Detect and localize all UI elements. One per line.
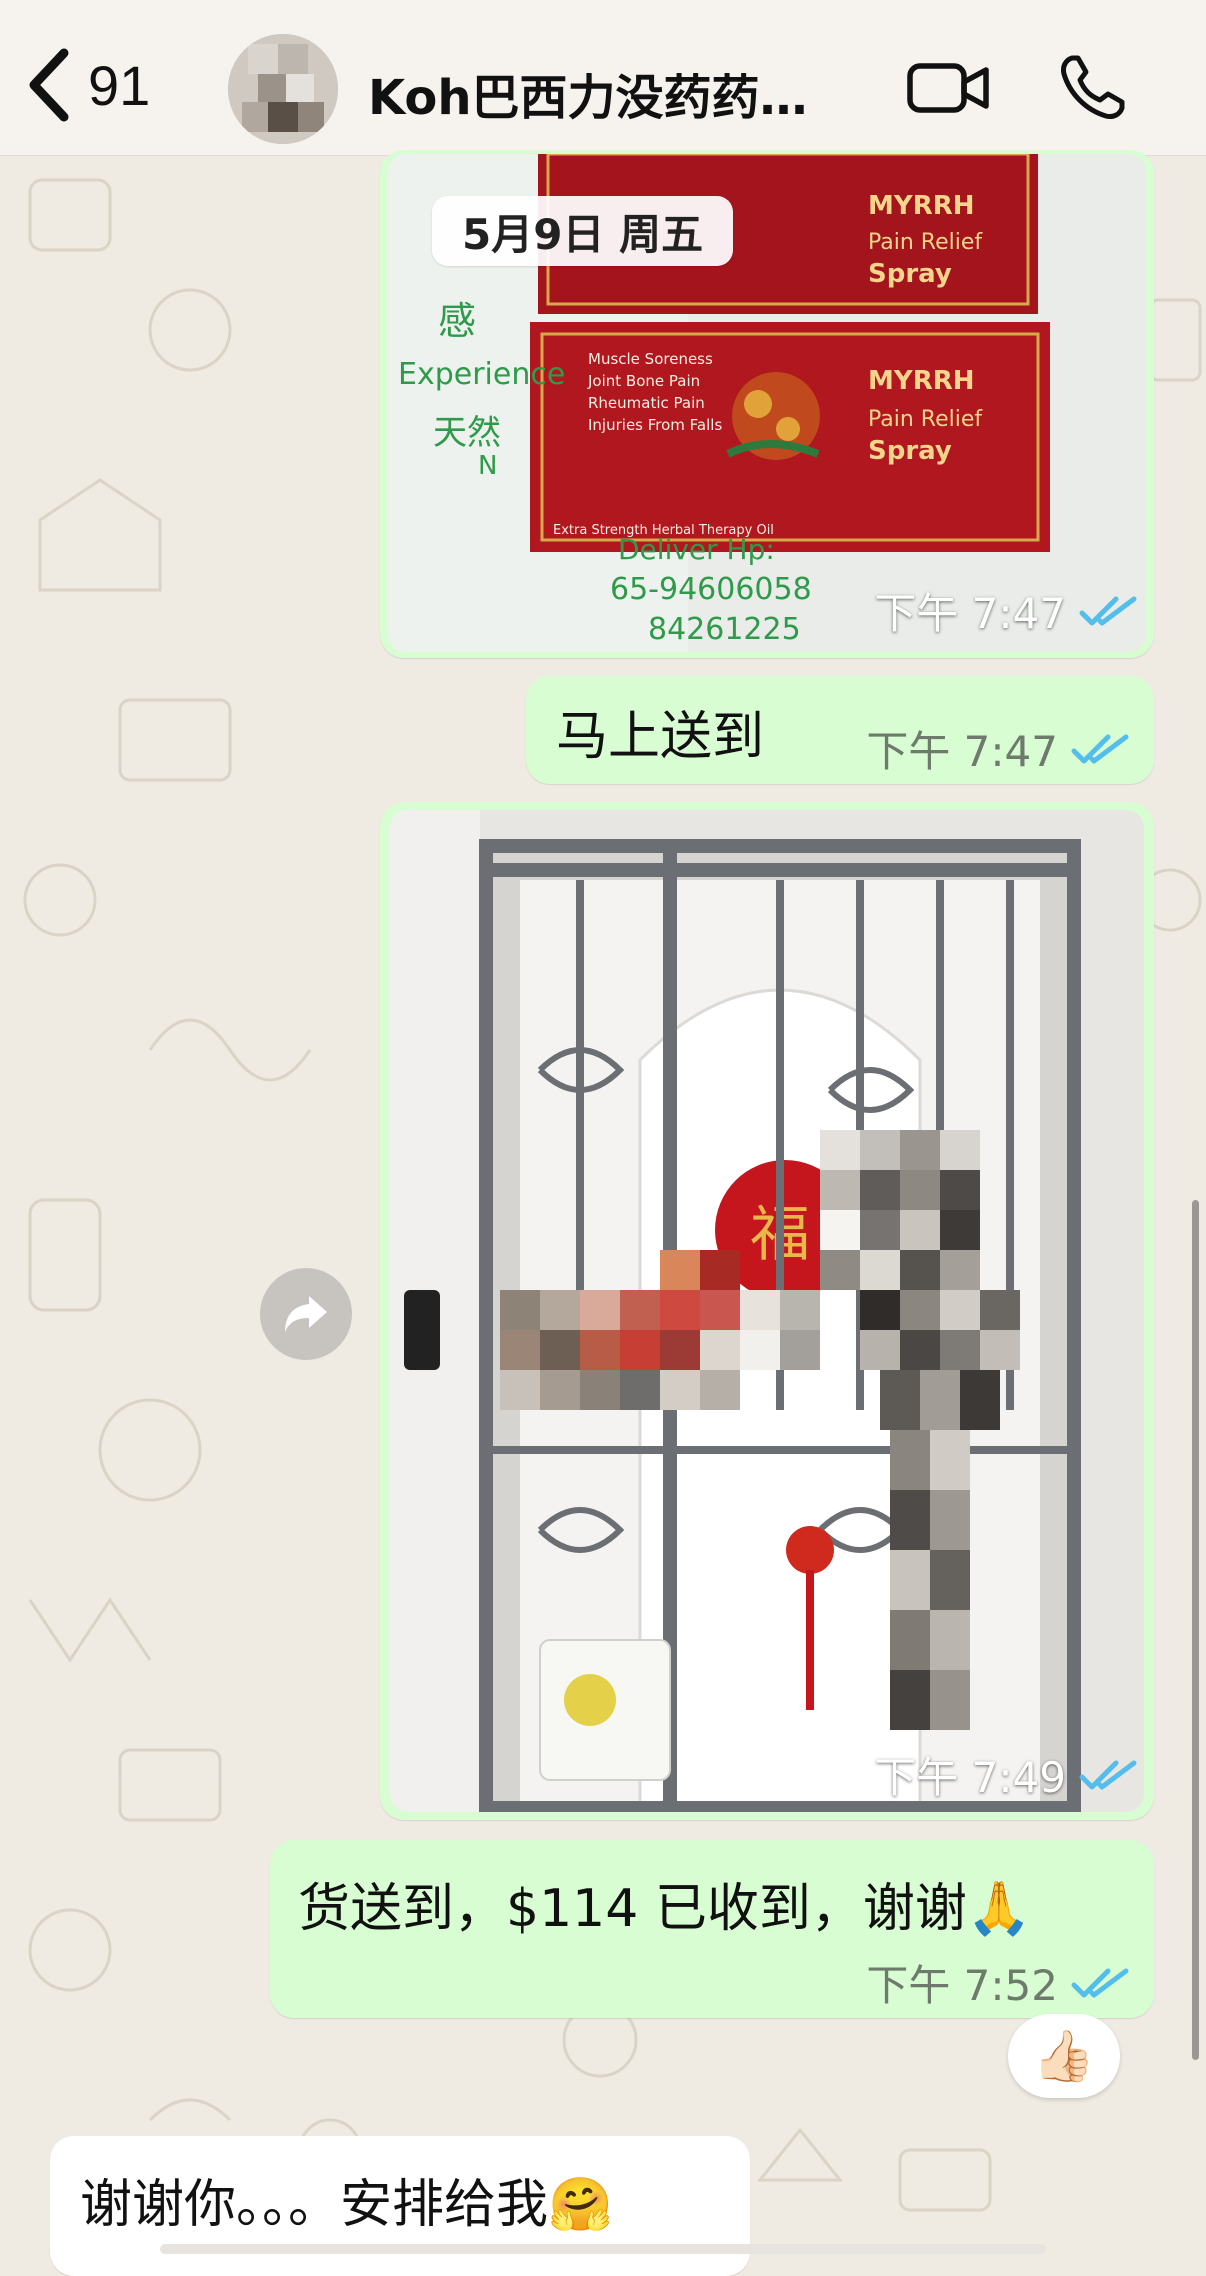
bag-text: 天然	[433, 413, 501, 453]
double-check-icon	[1079, 1760, 1137, 1789]
bag-text: Deliver Hp:	[618, 533, 775, 566]
contact-name[interactable]: Koh巴西力没药药油…	[368, 58, 848, 128]
box-subtitle: Spray	[868, 259, 952, 289]
message-meta: 下午 7:49	[874, 1744, 1140, 1805]
reaction-badge[interactable]: 👍🏻	[1008, 2014, 1120, 2098]
back-button[interactable]: 91	[22, 40, 182, 130]
box-title: MYRRH	[868, 191, 975, 221]
delivery-photo[interactable]: 福	[390, 810, 1144, 1812]
scrollbar[interactable]	[1192, 1200, 1199, 2060]
message-text: 谢谢你。。。安排给我🤗	[80, 2175, 613, 2235]
chat-header: 91 Koh巴西力没药药油…	[0, 0, 1206, 155]
unread-count: 91	[88, 53, 151, 117]
message-time: 下午 7:49	[874, 1753, 1066, 1802]
forward-button[interactable]	[260, 1268, 352, 1360]
bag-text: 感	[438, 299, 476, 343]
box-bullet: Joint Bone Pain	[587, 372, 700, 390]
box-title: MYRRH	[868, 366, 975, 396]
box-subtitle: Spray	[868, 436, 952, 466]
message-bubble-text-2[interactable]: 货送到，$114 已收到，谢谢🙏 下午 7:52	[270, 1840, 1154, 2018]
message-time: 下午 7:52	[866, 1961, 1058, 2010]
bag-text: 84261225	[648, 612, 801, 647]
message-text: 马上送到	[556, 707, 765, 767]
date-separator: 5月9日 周五	[432, 196, 734, 266]
box-subtitle: Pain Relief	[868, 230, 983, 255]
message-time: 下午 7:47	[866, 727, 1058, 776]
message-bubble-incoming[interactable]: 谢谢你。。。安排给我🤗	[50, 2136, 750, 2276]
forward-arrow-icon	[285, 1296, 327, 1332]
message-meta: 下午 7:47	[874, 580, 1140, 641]
message-text: 货送到，$114 已收到，谢谢🙏	[298, 1879, 1032, 1939]
chevron-left-icon	[29, 48, 69, 122]
box-bullet: Rheumatic Pain	[588, 394, 705, 412]
bag-text: Experience	[398, 357, 565, 392]
box-bullet: Injuries From Falls	[588, 416, 722, 434]
double-check-icon	[1071, 1968, 1129, 1997]
phone-icon[interactable]	[1058, 52, 1128, 122]
message-meta: 下午 7:47	[866, 718, 1132, 779]
double-check-icon	[1079, 596, 1137, 625]
bag-text: N	[478, 451, 497, 481]
box-subtitle: Pain Relief	[868, 407, 983, 432]
message-time: 下午 7:47	[874, 589, 1066, 638]
video-camera-icon[interactable]	[906, 56, 990, 120]
message-bubble-text-1[interactable]: 马上送到 下午 7:47	[526, 676, 1154, 784]
double-check-icon	[1071, 734, 1129, 763]
message-bubble-image-2[interactable]: 福	[380, 802, 1154, 1820]
bag-text: 65-94606058	[610, 572, 812, 607]
box-bullet: Muscle Soreness	[588, 350, 713, 368]
message-meta: 下午 7:52	[866, 1952, 1132, 2013]
contact-avatar[interactable]	[228, 34, 338, 144]
input-bar-edge	[160, 2244, 1046, 2254]
